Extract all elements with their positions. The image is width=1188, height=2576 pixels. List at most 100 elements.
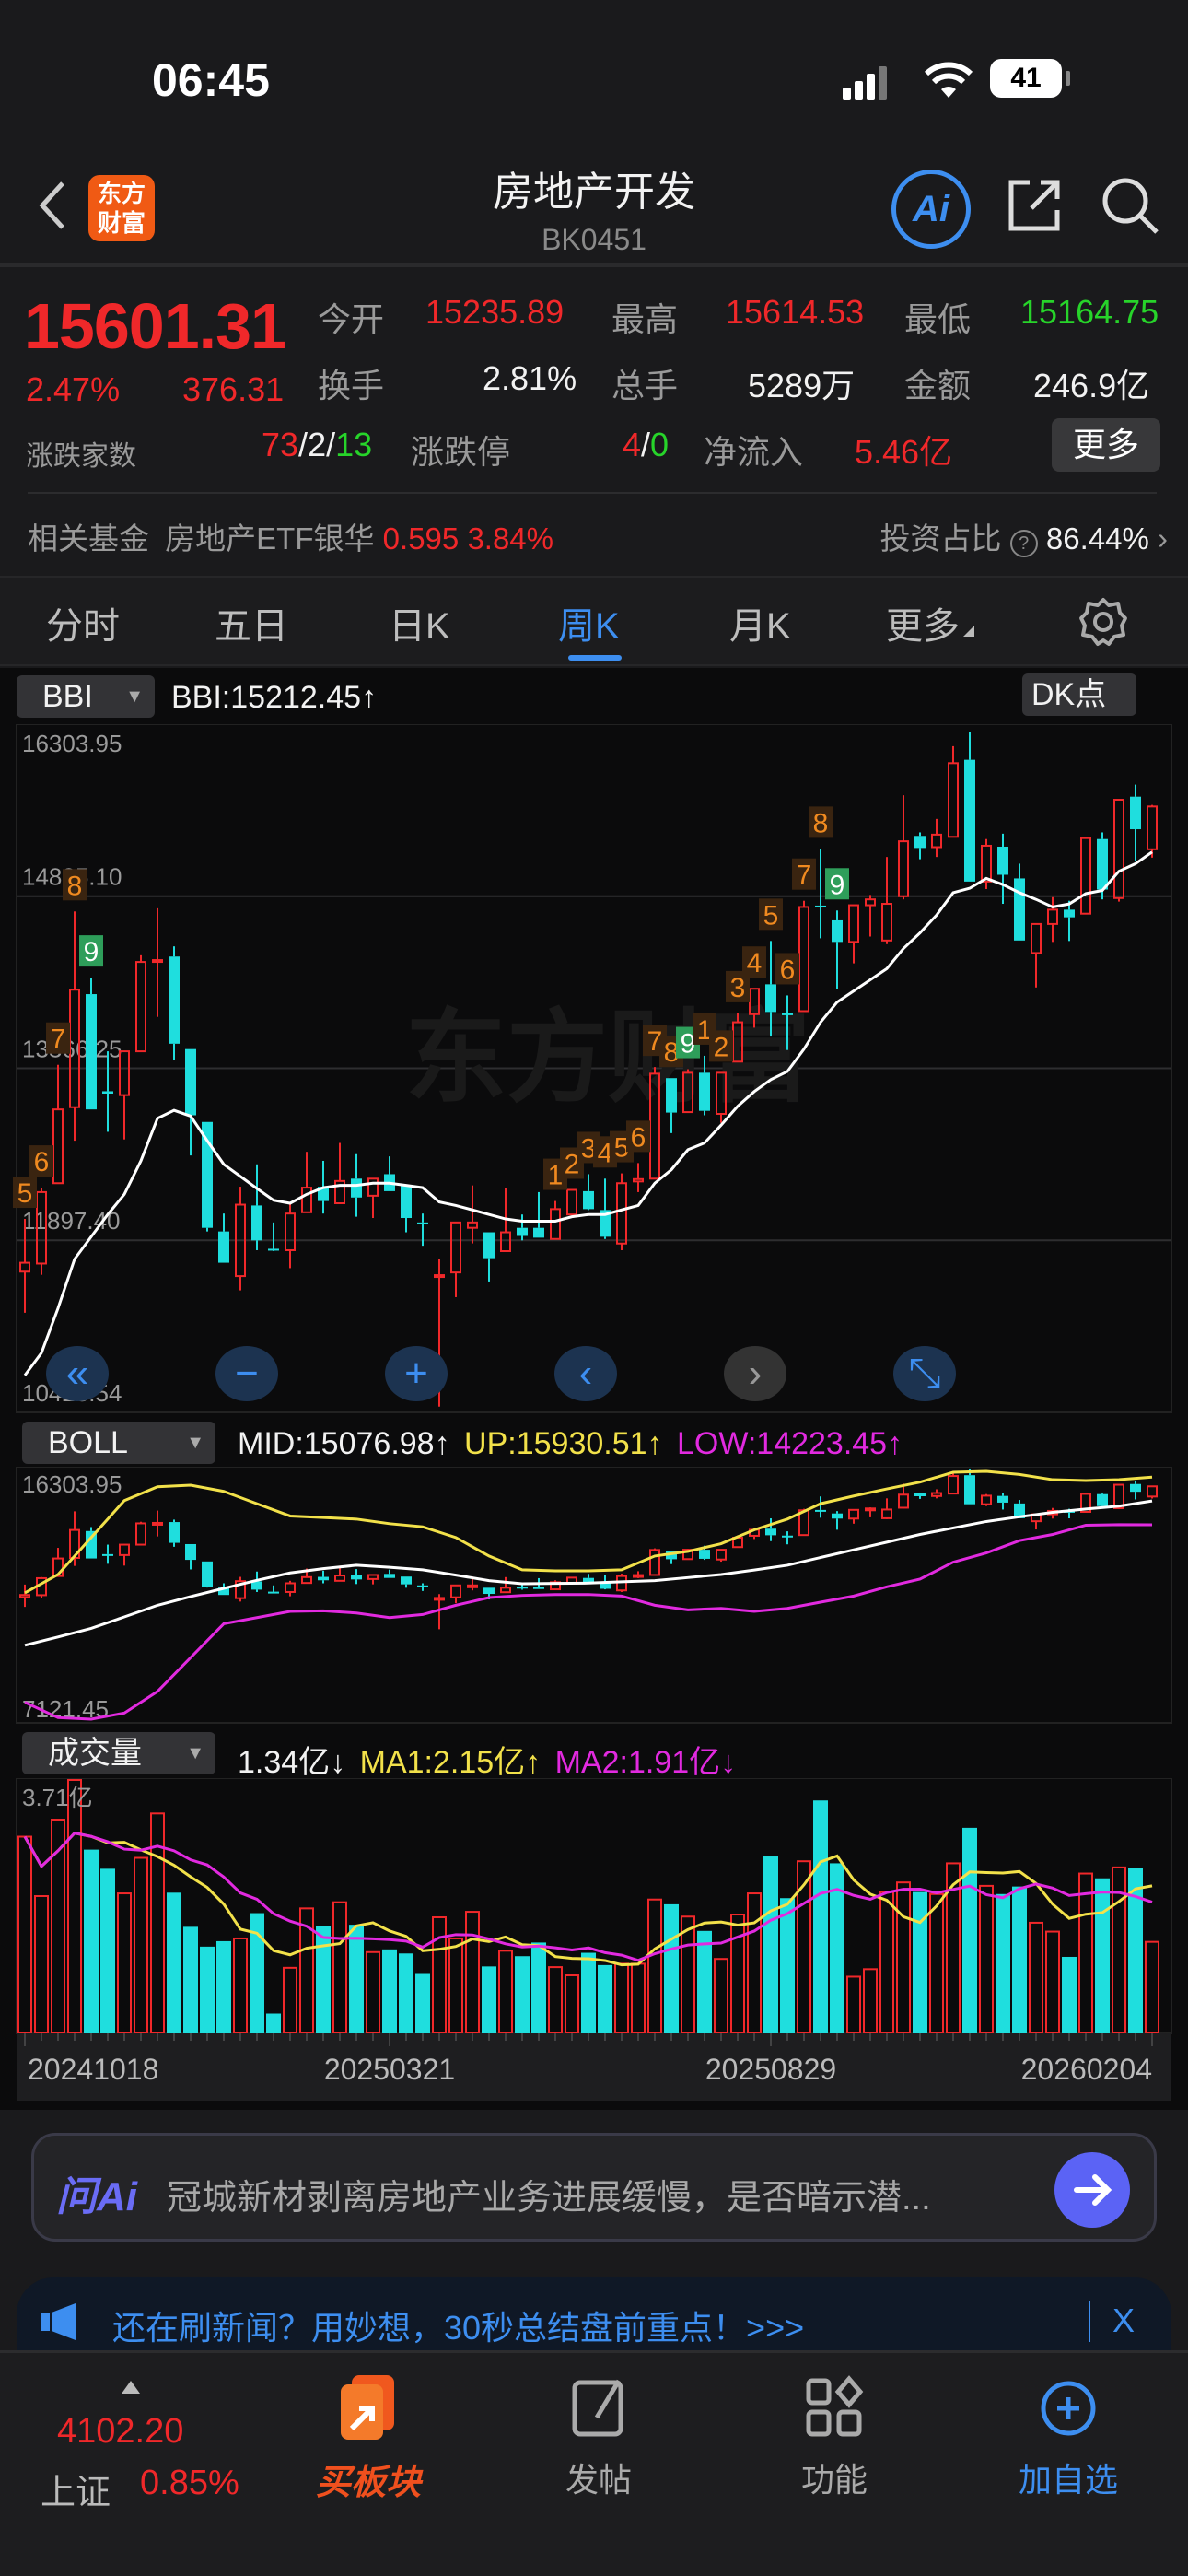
- help-icon[interactable]: ?: [1009, 530, 1038, 557]
- volume-bar: [283, 1966, 297, 2034]
- arrow-icon: ↑: [646, 1426, 663, 1461]
- candle-body: [881, 1508, 892, 1519]
- scroll-left-button[interactable]: ‹: [554, 1346, 617, 1401]
- candle-body: [865, 898, 876, 907]
- nav-bar: 东方财富 房地产开发 BK0451 Ai: [0, 138, 1188, 267]
- boll-indicator-select[interactable]: BOLL ▼: [22, 1422, 215, 1464]
- candle-body: [964, 1475, 975, 1505]
- ai-send-button[interactable]: [1054, 2152, 1130, 2228]
- candle-body: [52, 1108, 64, 1185]
- candle: [633, 1163, 644, 1192]
- post-label: 发帖: [565, 2461, 632, 2499]
- high-value: 15614.53: [726, 293, 865, 331]
- candle-body: [367, 1177, 379, 1197]
- dk-point-button[interactable]: DK点: [1022, 673, 1136, 716]
- candle-body: [997, 846, 1008, 875]
- volume-bar: [813, 1800, 828, 2033]
- tab-daily-k[interactable]: 日K: [389, 596, 450, 650]
- search-icon[interactable]: [1100, 175, 1160, 236]
- candle-body: [202, 1561, 213, 1587]
- scroll-right-button[interactable]: ›: [724, 1346, 786, 1401]
- boll-candle: [649, 1548, 660, 1576]
- candle-body: [102, 1553, 113, 1556]
- candle: [450, 1221, 461, 1297]
- ai-button[interactable]: Ai: [891, 170, 971, 249]
- close-icon[interactable]: X: [1112, 2301, 1135, 2340]
- x-tick-label: 20241018: [28, 2053, 158, 2086]
- candle: [1014, 863, 1025, 941]
- candle-body: [152, 1521, 163, 1526]
- candle-body: [401, 1185, 412, 1219]
- tab-more[interactable]: 更多: [886, 596, 960, 650]
- volume-bar: [432, 1915, 447, 2034]
- candle-body: [815, 1509, 826, 1512]
- candle-body: [351, 1575, 362, 1580]
- more-button[interactable]: 更多: [1052, 418, 1160, 472]
- jump-start-button[interactable]: «: [46, 1346, 109, 1401]
- buy-sector-button[interactable]: 买板块: [304, 2371, 433, 2504]
- boll-candle: [401, 1576, 412, 1588]
- functions-button[interactable]: 功能: [770, 2371, 899, 2501]
- post-button[interactable]: 发帖: [534, 2371, 663, 2501]
- tab-five-day[interactable]: 五日: [215, 596, 288, 650]
- share-icon[interactable]: [1006, 175, 1065, 234]
- x-tick-label: 20260204: [1021, 2053, 1152, 2086]
- candle-body: [285, 1582, 296, 1593]
- volume-bar: [1145, 1940, 1159, 2035]
- candle-body: [268, 1248, 279, 1251]
- scroll-right-icon: ›: [749, 1351, 763, 1396]
- candle: [666, 1078, 677, 1133]
- volume-bar: [448, 1937, 463, 2034]
- volume-bar: [996, 1893, 1010, 2033]
- add-circle-icon: [1041, 2381, 1096, 2436]
- zoom-out-button[interactable]: −: [215, 1346, 278, 1401]
- volume-chart[interactable]: 3.71亿 20241018 20250321 20250829 20260204: [0, 1778, 1188, 2101]
- limit-up: 4: [623, 426, 642, 463]
- candle-body: [1097, 838, 1108, 890]
- fullscreen-button[interactable]: ⤡: [893, 1346, 956, 1401]
- notice-text[interactable]: 还在刷新闻？用妙想，30秒总结盘前重点！>>>: [112, 2301, 804, 2349]
- tab-intraday[interactable]: 分时: [46, 596, 120, 650]
- candle-body: [566, 1188, 577, 1216]
- main-indicator-select[interactable]: BBI ▼: [17, 675, 155, 718]
- volume-bar: [531, 1942, 546, 2033]
- volume-bar: [1078, 1872, 1093, 2034]
- boll-candle: [152, 1510, 163, 1537]
- boll-candle: [36, 1576, 47, 1598]
- volume-values: 1.34亿↓ MA1:2.15亿↑ MA2:1.91亿↓: [238, 1737, 736, 1782]
- volume-bar: [332, 1901, 347, 2034]
- volume-bar: [465, 1911, 480, 2034]
- candle-body: [1047, 908, 1058, 925]
- ai-prompt-text[interactable]: 冠城新材剥离房地产业务进展缓慢，是否暗示潜...: [167, 2169, 931, 2219]
- candle: [334, 1142, 345, 1204]
- boll-candle: [782, 1531, 793, 1545]
- candle-body: [848, 1508, 859, 1520]
- volume-value: 5289万: [748, 367, 856, 404]
- indicator-name: BOLL: [48, 1425, 128, 1460]
- volume-bar: [17, 1835, 32, 2034]
- volume-bar: [316, 1926, 331, 2033]
- investment-ratio[interactable]: 投资占比 ? 86.44% ›: [880, 514, 1168, 558]
- boll-candle: [1031, 1513, 1042, 1530]
- volume-bar: [34, 1895, 49, 2034]
- candle-body: [401, 1576, 412, 1585]
- candle-body: [483, 1232, 495, 1259]
- settings-gear-icon[interactable]: [1077, 596, 1129, 648]
- ask-ai-bar[interactable]: 问Ai 冠城新材剥离房地产业务进展缓慢，是否暗示潜...: [31, 2133, 1157, 2242]
- boll-chart[interactable]: 16303.957121.45: [0, 1467, 1188, 1727]
- breadth-label: 涨跌家数: [26, 441, 136, 472]
- candle-body: [119, 1543, 130, 1556]
- index-ticker[interactable]: 4102.20 上证 0.85%: [37, 2371, 258, 2556]
- candlestick-chart[interactable]: 16303.9514835.1013366.2511897.4010428.54…: [0, 724, 1188, 1415]
- candle-body: [948, 762, 959, 838]
- zoom-in-button[interactable]: +: [385, 1346, 448, 1401]
- candle: [384, 1156, 395, 1191]
- add-watchlist-button[interactable]: 加自选: [1004, 2371, 1133, 2501]
- boll-candle: [500, 1576, 511, 1594]
- volume-indicator-select[interactable]: 成交量 ▼: [22, 1732, 215, 1774]
- tab-monthly-k[interactable]: 月K: [729, 596, 791, 650]
- change-pct: 2.47%: [26, 370, 121, 408]
- tab-weekly-k[interactable]: 周K: [558, 596, 620, 650]
- candle: [600, 1178, 611, 1239]
- related-fund[interactable]: 相关基金 房地产ETF银华 0.595 3.84%: [28, 514, 553, 558]
